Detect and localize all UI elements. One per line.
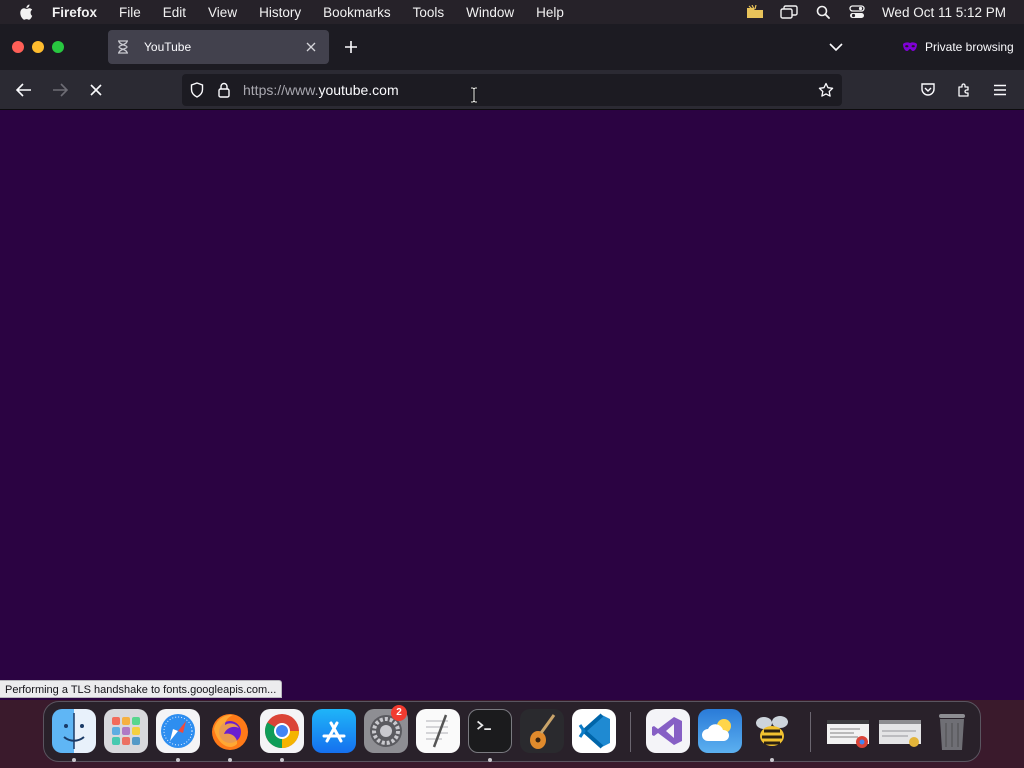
app-menu-hamburger-icon[interactable] bbox=[988, 78, 1012, 102]
bookmark-star-icon[interactable] bbox=[818, 82, 834, 98]
dock-separator bbox=[810, 712, 811, 752]
menu-view[interactable]: View bbox=[208, 5, 237, 20]
running-indicator bbox=[228, 758, 232, 762]
chrome-window-thumbnail bbox=[826, 709, 870, 753]
private-mask-icon bbox=[902, 41, 918, 53]
dock-safari[interactable] bbox=[156, 709, 200, 753]
url-text[interactable]: https://www.youtube.com bbox=[243, 74, 399, 106]
screen-mirroring-icon[interactable] bbox=[772, 5, 806, 19]
menu-tools[interactable]: Tools bbox=[413, 5, 445, 20]
finder-icon bbox=[52, 709, 96, 753]
launchpad-icon bbox=[104, 709, 148, 753]
safari-icon bbox=[156, 709, 200, 753]
spotlight-search-icon[interactable] bbox=[806, 5, 840, 19]
menu-help[interactable]: Help bbox=[536, 5, 564, 20]
list-all-tabs-chevron-down-icon[interactable] bbox=[827, 38, 845, 56]
hourglass-loading-icon bbox=[117, 40, 131, 54]
dock-textedit[interactable] bbox=[416, 709, 460, 753]
running-indicator bbox=[72, 758, 76, 762]
chrome-icon bbox=[260, 709, 304, 753]
dock-window-thumbnail[interactable] bbox=[878, 709, 922, 753]
url-domain: youtube.com bbox=[318, 82, 399, 98]
stop-loading-button[interactable] bbox=[84, 78, 108, 102]
extensions-puzzle-icon[interactable] bbox=[952, 78, 976, 102]
url-bar[interactable]: https://www.youtube.com bbox=[182, 74, 842, 106]
running-indicator bbox=[280, 758, 284, 762]
folder-status-icon[interactable] bbox=[738, 5, 772, 19]
dock-garageband[interactable] bbox=[520, 709, 564, 753]
forward-button[interactable] bbox=[48, 78, 72, 102]
pocket-button[interactable] bbox=[916, 78, 940, 102]
bee-icon bbox=[750, 709, 794, 753]
menu-bookmarks[interactable]: Bookmarks bbox=[323, 5, 391, 20]
loading-status-text: Performing a TLS handshake to fonts.goog… bbox=[0, 680, 283, 698]
running-indicator bbox=[488, 758, 492, 762]
back-button[interactable] bbox=[12, 78, 36, 102]
menu-app-name[interactable]: Firefox bbox=[52, 5, 97, 20]
apple-menu-icon[interactable] bbox=[0, 4, 52, 20]
running-indicator bbox=[176, 758, 180, 762]
dock-vscode[interactable] bbox=[572, 709, 616, 753]
vscode-icon bbox=[572, 709, 616, 753]
dock-finder[interactable] bbox=[52, 709, 96, 753]
dock: 2 bbox=[43, 701, 981, 762]
dock-trash[interactable] bbox=[930, 709, 974, 753]
status-menus: Wed Oct 11 5:12 PM bbox=[738, 0, 1024, 24]
private-browsing-indicator: Private browsing bbox=[902, 37, 1014, 57]
dock-separator bbox=[630, 712, 631, 752]
dock-chrome[interactable] bbox=[260, 709, 304, 753]
garageband-icon bbox=[520, 709, 564, 753]
tracking-protection-shield-icon[interactable] bbox=[190, 82, 204, 98]
app-store-icon bbox=[312, 709, 356, 753]
window-thumbnail bbox=[878, 709, 922, 753]
weather-icon bbox=[698, 709, 742, 753]
tab-youtube[interactable]: YouTube bbox=[108, 30, 329, 64]
new-tab-button[interactable] bbox=[342, 38, 360, 56]
tab-close-icon[interactable] bbox=[305, 41, 319, 53]
menu-bar-clock[interactable]: Wed Oct 11 5:12 PM bbox=[882, 5, 1006, 20]
dock-firefox[interactable] bbox=[208, 709, 252, 753]
dock-bee-app[interactable] bbox=[750, 709, 794, 753]
window-close-button[interactable] bbox=[12, 41, 24, 53]
trash-icon bbox=[930, 709, 974, 753]
menu-edit[interactable]: Edit bbox=[163, 5, 186, 20]
window-minimize-button[interactable] bbox=[32, 41, 44, 53]
window-zoom-button[interactable] bbox=[52, 41, 64, 53]
dock-system-settings[interactable]: 2 bbox=[364, 705, 408, 753]
running-indicator bbox=[770, 758, 774, 762]
visual-studio-icon bbox=[646, 709, 690, 753]
navigation-toolbar: https://www.youtube.com bbox=[0, 70, 1024, 110]
text-cursor-icon bbox=[469, 87, 479, 103]
notification-badge: 2 bbox=[391, 705, 407, 721]
terminal-icon bbox=[468, 709, 512, 753]
control-center-icon[interactable] bbox=[840, 5, 874, 19]
firefox-icon bbox=[208, 709, 252, 753]
site-security-lock-icon[interactable] bbox=[218, 82, 230, 98]
menu-history[interactable]: History bbox=[259, 5, 301, 20]
dock-visual-studio[interactable] bbox=[646, 709, 690, 753]
textedit-icon bbox=[416, 709, 460, 753]
tab-bar: YouTube Private browsing bbox=[0, 24, 1024, 70]
tab-title: YouTube bbox=[144, 40, 192, 54]
url-prefix: https://www. bbox=[243, 82, 319, 98]
dock-terminal[interactable] bbox=[468, 709, 512, 753]
firefox-window: YouTube Private browsing https://www.you… bbox=[0, 24, 1024, 700]
dock-chrome-window-thumbnail[interactable] bbox=[826, 709, 870, 753]
private-browsing-label: Private browsing bbox=[925, 40, 1014, 54]
page-content bbox=[0, 110, 1024, 700]
menu-file[interactable]: File bbox=[119, 5, 141, 20]
menu-window[interactable]: Window bbox=[466, 5, 514, 20]
dock-app-store[interactable] bbox=[312, 709, 356, 753]
menu-bar: Firefox File Edit View History Bookmarks… bbox=[0, 0, 1024, 24]
dock-weather[interactable] bbox=[698, 709, 742, 753]
dock-launchpad[interactable] bbox=[104, 709, 148, 753]
